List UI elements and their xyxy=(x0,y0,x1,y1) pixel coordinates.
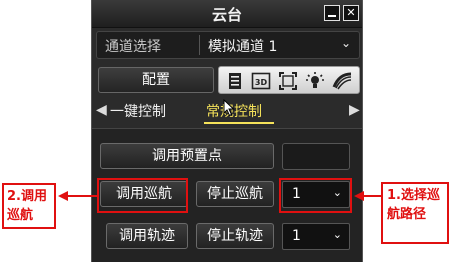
minimize-icon[interactable] xyxy=(324,5,340,21)
config-button[interactable]: 配置 xyxy=(98,67,214,93)
stop-cruise-button[interactable]: 停止巡航 xyxy=(196,181,274,207)
chevron-down-icon[interactable]: ⌄ xyxy=(341,36,351,50)
arrow-head-left xyxy=(58,191,68,201)
track-select[interactable]: 1 ⌄ xyxy=(282,223,350,250)
channel-divider xyxy=(199,35,200,55)
wiper-icon[interactable] xyxy=(332,71,352,91)
tab-one-key-control[interactable]: 一键控制 xyxy=(110,101,166,121)
3d-icon[interactable]: 3D xyxy=(251,71,271,91)
mouse-cursor-icon xyxy=(223,99,235,117)
call-track-button[interactable]: 调用轨迹 xyxy=(106,223,188,249)
window-title: 云台 xyxy=(211,6,242,24)
highlight-cruise-select xyxy=(279,178,352,213)
light-icon[interactable] xyxy=(305,71,325,91)
3d-icon-text: 3D xyxy=(255,78,268,87)
tab-scroll-right-icon[interactable]: ▶ xyxy=(349,102,360,118)
callout-call-cruise: 2.调用巡航 xyxy=(2,183,56,229)
call-preset-button[interactable]: 调用预置点 xyxy=(100,143,274,169)
ptz-panel: 云台 ✕ 通道选择 模拟通道 1 ⌄ 配置 3D ◀ 一键控制 常规控制 ▶ 调… xyxy=(91,0,363,262)
toolbar-icons: 3D xyxy=(218,66,360,94)
chevron-down-icon: ⌄ xyxy=(332,228,342,241)
track-select-value: 1 xyxy=(292,228,301,244)
channel-value: 模拟通道 1 xyxy=(208,39,278,55)
callout-select-path: 1.选择巡航路径 xyxy=(381,182,449,244)
tab-scroll-left-icon[interactable]: ◀ xyxy=(96,102,107,118)
title-bar: 云台 ✕ xyxy=(92,0,362,28)
channel-selector[interactable]: 通道选择 模拟通道 1 ⌄ xyxy=(96,31,360,59)
stop-track-button[interactable]: 停止轨迹 xyxy=(196,223,274,249)
list-icon[interactable] xyxy=(225,71,245,91)
close-icon[interactable]: ✕ xyxy=(343,5,359,21)
highlight-call-cruise xyxy=(97,178,188,213)
crop-frame-icon[interactable] xyxy=(278,71,298,91)
active-tab-indicator xyxy=(204,122,274,124)
preset-number-input[interactable] xyxy=(282,143,350,170)
channel-label: 通道选择 xyxy=(105,39,161,55)
